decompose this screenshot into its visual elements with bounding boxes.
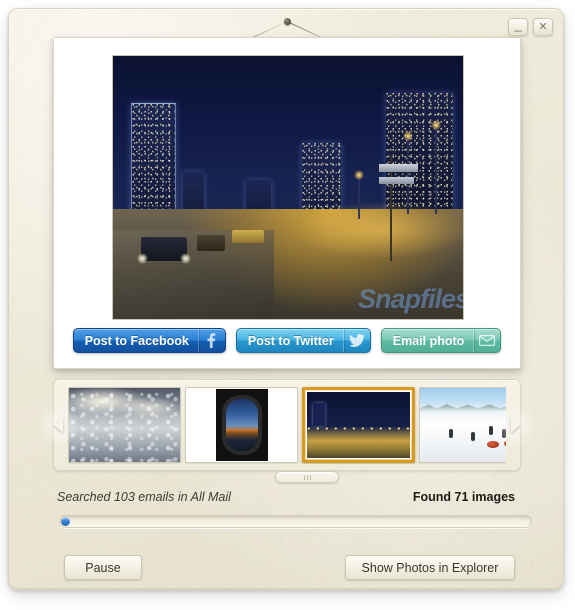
minimize-icon: _ [514,17,522,32]
show-photos-in-explorer-button[interactable]: Show Photos in Explorer [345,555,515,580]
thumbnail-clouds[interactable] [68,387,181,463]
thumbnail-airplane-window[interactable] [185,387,298,463]
thumbnail-scrollbar[interactable] [53,471,521,483]
window-controls: _ ✕ [508,18,553,36]
main-window: _ ✕ Snapfiles Post to Facebook Post to T… [8,8,564,590]
photo-image-night-city [113,56,463,319]
twitter-bird-icon [342,329,370,352]
previous-photo-button[interactable] [38,400,78,450]
email-photo-button[interactable]: Email photo [380,328,502,353]
close-icon: ✕ [538,20,548,33]
close-button[interactable]: ✕ [533,18,553,36]
chevron-right-icon [511,417,520,433]
thumbnail-list [68,386,506,464]
thumbnail-night-city[interactable] [302,387,415,463]
main-photo[interactable]: Snapfiles [112,55,464,320]
thumbnail-strip [38,379,535,471]
pause-button[interactable]: Pause [64,555,142,580]
post-to-facebook-button[interactable]: Post to Facebook [72,328,226,353]
search-progress-fill [61,517,71,526]
search-progress-bar [59,515,532,528]
application-root: _ ✕ Snapfiles Post to Facebook Post to T… [0,0,575,610]
thumbnail-snow-hill-image [420,388,506,462]
post-to-twitter-button[interactable]: Post to Twitter [235,328,371,353]
email-photo-label: Email photo [392,333,465,348]
post-to-facebook-label: Post to Facebook [84,333,189,348]
found-images-count: Found 71 images [412,490,515,504]
facebook-icon [197,329,225,352]
thumbnail-snow-hill[interactable] [419,387,506,463]
thumbnail-clouds-image [69,388,180,462]
share-buttons: Post to Facebook Post to Twitter Email p… [54,328,520,353]
status-bar: Searched 103 emails in All Mail Found 71… [57,490,515,504]
post-to-twitter-label: Post to Twitter [247,333,334,348]
envelope-icon [473,329,500,352]
photo-viewer-card: Snapfiles Post to Facebook Post to Twitt… [53,37,521,369]
chevron-left-icon [54,417,63,433]
searched-status: Searched 103 emails in All Mail [57,490,231,504]
minimize-button[interactable]: _ [508,18,528,36]
next-photo-button[interactable] [495,400,535,450]
thumbnail-scrollbar-handle[interactable] [275,471,339,483]
thumbnail-night-city-image [306,391,411,459]
hanger-nail-icon [283,18,291,25]
thumbnail-airplane-window-image [215,389,268,461]
